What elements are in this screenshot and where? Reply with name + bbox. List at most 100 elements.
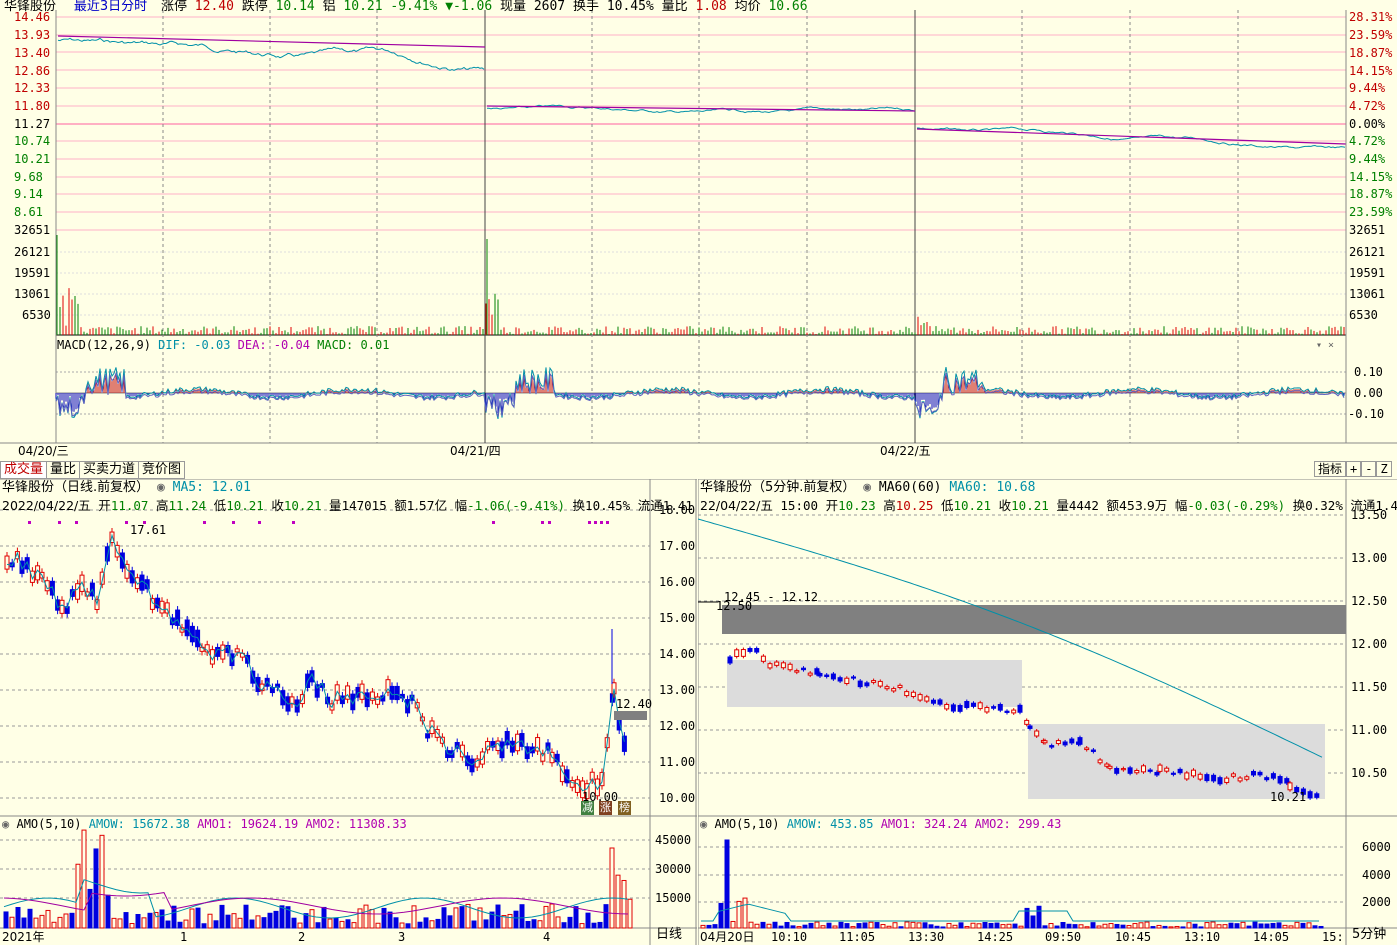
indicator-button[interactable]: 指标 [1314,461,1347,477]
axis-label: 2000 [1362,895,1391,909]
candle-body [1114,767,1120,774]
amo-bar [147,912,153,929]
period-5min-button[interactable]: 5分钟 [1352,928,1386,942]
candle-body [1230,773,1236,777]
amo-bar [537,920,543,929]
min5-kline-panel[interactable]: 华锋股份（5分钟.前复权） ◉ MA60(60) MA60: 10.68 22/… [698,479,1397,945]
amo-bar [219,904,225,929]
badge-reduce[interactable]: 减 [581,801,594,815]
amo-bar [417,921,423,929]
candle-body [734,649,740,657]
candle-body [159,600,165,614]
amo-bar [1066,923,1072,929]
axis-label: 9.14 [14,187,43,201]
amo-bar [387,911,393,929]
amo-bar [796,926,802,929]
candle-body [234,648,240,653]
settings-icon[interactable]: ◉ [2,817,9,831]
amo-bar [1096,925,1102,929]
tab-buy-sell-power[interactable]: 买卖力道 [79,461,140,479]
zoom-out-button[interactable]: - [1361,461,1377,477]
amo-bar [880,924,886,929]
axis-label: 13.00 [1351,551,1388,565]
amo-bar [627,898,633,929]
candle-body [891,688,897,692]
axis-label: 11.27 [14,117,51,131]
candle-body [1004,710,1010,713]
amo-bar [81,829,87,929]
amo-bar [922,922,928,929]
settings-icon[interactable]: ◉ [700,817,707,831]
indicator-tabs: 成交量 量比 买卖力道 竞价图 [0,461,186,479]
axis-label: 12.50 [1351,594,1388,608]
amo-bar [1072,924,1078,929]
candle-body [851,676,856,679]
badge-rise[interactable]: 涨 [599,801,612,815]
amo-bar [856,923,862,929]
candle-body [1069,738,1075,744]
amo-bar [1240,921,1246,929]
tab-volume[interactable]: 成交量 [0,461,48,479]
open-value: 11.07 [110,498,149,513]
amo-bar [39,914,45,929]
amo-bar [291,917,297,929]
amo-bar [1162,925,1168,929]
badge-rank[interactable]: 榜 [618,801,631,815]
candle-body [1170,772,1176,775]
amo-bar [952,924,958,929]
amt-value: 453.9万 [1118,498,1168,513]
candle-body [957,705,963,712]
daily-kline-panel[interactable]: 华锋股份（日线.前复权） ◉ MA5: 12.01 2022/04/22/五 开… [0,479,697,945]
candle-body [1244,776,1250,780]
candle-body [997,703,1003,711]
amo-bar [345,919,351,929]
amo-bar [105,894,111,929]
amo-bar [411,905,417,929]
axis-label: 10.74 [14,134,51,148]
amo-bar [1036,905,1042,929]
amo-title[interactable]: AMO(5,10) [16,817,81,831]
axis-label: 13061 [14,287,51,301]
amo-bar [958,922,964,929]
amo-bar [988,922,994,929]
axis-label: 6530 [1349,308,1378,322]
tab-auction[interactable]: 竞价图 [138,461,186,479]
axis-label: 10.21 [14,152,51,166]
amo-bar [862,922,868,929]
candle-body [884,686,890,690]
amo-title[interactable]: AMO(5,10) [714,817,779,831]
end-marker: 10.21 [1270,790,1307,804]
amo-bar [111,917,117,929]
signal-dot [588,521,591,524]
intraday-panel[interactable]: 华锋股份 最近3日分时 涨停 12.40 跌停 10.14 铝 10.21 -9… [0,0,1397,462]
candle-body [540,753,546,762]
axis-label: 15.00 [659,611,696,625]
range-label: 幅 [1174,498,1188,513]
amo-bar [1180,926,1186,929]
amo-bar [760,921,766,929]
period-link[interactable]: 最近3日分时 [74,0,147,14]
tab-volume-ratio[interactable]: 量比 [46,461,81,479]
amo-bar [712,924,718,929]
z-button[interactable]: Z [1376,461,1392,477]
macd-title[interactable]: MACD(12,26,9) [57,338,151,352]
amo-bar [279,905,285,929]
settings-icon[interactable]: ◉ [157,480,165,495]
range-value: -1.06(-9.41%) [467,498,565,513]
amo-bar [1120,924,1126,929]
amo-bar [381,907,387,929]
collapse-icon[interactable]: ▾ × [1316,339,1334,353]
zoom-in-button[interactable]: + [1346,461,1362,477]
candle-body [1251,770,1256,776]
amo-bar [1270,922,1276,929]
amo-bar [129,923,135,929]
candle-body [1090,749,1096,752]
period-daily-button[interactable]: 日线 [656,928,682,942]
ma-indicator-label[interactable]: MA60(60) [879,480,942,495]
amo-bar [1312,925,1318,929]
amo-bar [832,925,838,929]
last-price: 10.21 [343,0,383,14]
settings-icon[interactable]: ◉ [863,480,871,495]
amo-bar [790,925,796,929]
amo-bar [249,919,255,929]
